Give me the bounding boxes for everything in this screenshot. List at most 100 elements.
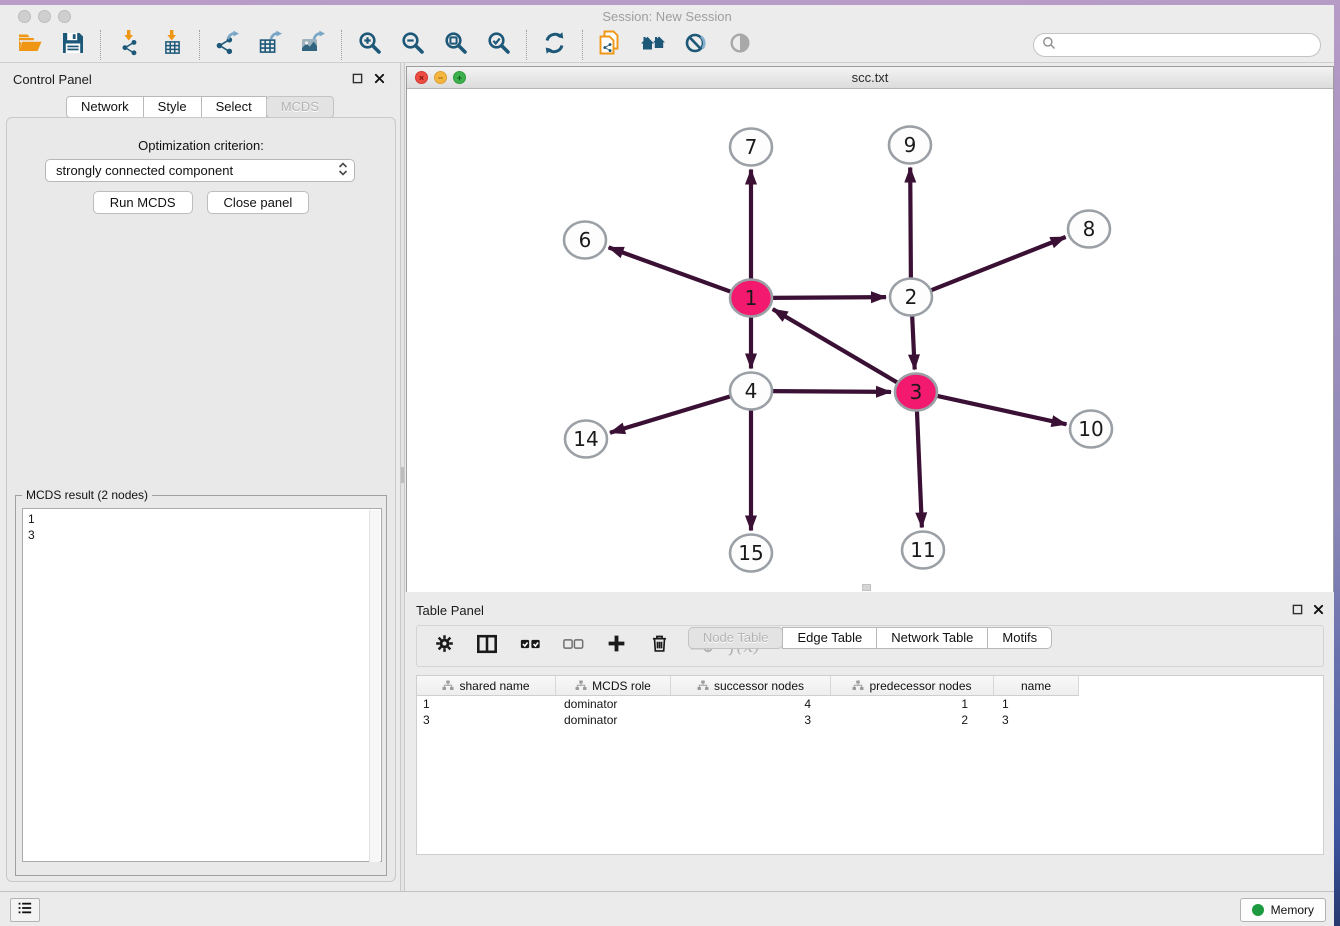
app-titlebar: Session: New Session <box>0 5 1334 28</box>
svg-text:1: 1 <box>745 286 758 310</box>
svg-text:4: 4 <box>745 379 758 403</box>
graph-edge-1-6 <box>609 247 733 292</box>
main-toolbar <box>0 28 1334 63</box>
run-mcds-button[interactable]: Run MCDS <box>93 191 193 214</box>
selected-criterion: strongly connected component <box>56 163 338 178</box>
toolbar-separator <box>341 30 342 60</box>
optimization-criterion-label: Optimization criterion: <box>7 138 395 153</box>
graph-node-4: 4 <box>730 373 772 410</box>
export-image-button[interactable] <box>292 29 335 61</box>
mcds-panel: Optimization criterion: strongly connect… <box>6 117 396 882</box>
graph-node-6: 6 <box>564 222 606 259</box>
export-network-button[interactable] <box>206 29 249 61</box>
minimize-window-icon[interactable] <box>38 10 51 23</box>
graph-node-14: 14 <box>565 421 607 458</box>
minimize-view-icon[interactable]: − <box>434 71 447 84</box>
graph-edge-4-14 <box>610 396 732 433</box>
clone-network-icon <box>598 30 624 61</box>
zoom-selected-button[interactable] <box>477 29 520 61</box>
refresh-view-button[interactable] <box>533 29 576 61</box>
table-panel: Table Panel f(x) shared nameMCDS rolesuc… <box>406 594 1334 891</box>
mcds-result-title: MCDS result (2 nodes) <box>22 488 152 502</box>
desktop-edge-right <box>1334 0 1340 926</box>
mcds-result-text[interactable]: 13 <box>22 508 382 862</box>
svg-text:9: 9 <box>904 133 917 157</box>
export-image-icon <box>301 30 327 61</box>
graph-edge-3-1 <box>773 309 899 383</box>
tab-mcds[interactable]: MCDS <box>266 96 334 118</box>
memory-button[interactable]: Memory <box>1240 898 1326 922</box>
table-panel-title: Table Panel <box>416 603 484 618</box>
graph-edge-2-3 <box>912 315 915 370</box>
tab-network-table[interactable]: Network Table <box>876 627 988 649</box>
export-table-button[interactable] <box>249 29 292 61</box>
style-toggle-button[interactable] <box>675 29 718 61</box>
search-input[interactable] <box>1033 33 1321 57</box>
svg-text:2: 2 <box>905 285 918 309</box>
graph-edge-1-2 <box>771 297 886 298</box>
graph-node-7: 7 <box>730 129 772 166</box>
zoom-window-icon[interactable] <box>58 10 71 23</box>
split-handle[interactable] <box>401 467 404 483</box>
clone-network-button[interactable] <box>589 29 632 61</box>
network-home-icon <box>640 31 668 60</box>
tab-style[interactable]: Style <box>143 96 202 118</box>
zoom-in-button[interactable] <box>348 29 391 61</box>
close-table-panel-icon[interactable] <box>1311 602 1325 616</box>
graph-node-10: 10 <box>1070 411 1112 448</box>
zoom-out-button[interactable] <box>391 29 434 61</box>
tab-motifs[interactable]: Motifs <box>987 627 1052 649</box>
result-scrollbar[interactable] <box>369 510 380 862</box>
memory-button-label: Memory <box>1271 903 1314 917</box>
task-history-button[interactable] <box>10 898 40 922</box>
optimization-criterion-select[interactable]: strongly connected component <box>45 159 355 182</box>
zoom-fit-button[interactable] <box>434 29 477 61</box>
float-panel-icon[interactable] <box>350 71 364 85</box>
network-window-titlebar[interactable]: × − + scc.txt <box>407 67 1333 89</box>
toolbar-separator <box>100 30 101 60</box>
network-home-button[interactable] <box>632 29 675 61</box>
import-network-button[interactable] <box>107 29 150 61</box>
float-table-panel-icon[interactable] <box>1290 602 1304 616</box>
show-hide-icon <box>728 31 752 60</box>
tab-network[interactable]: Network <box>66 96 144 118</box>
result-line: 1 <box>28 511 376 527</box>
save-session-button[interactable] <box>51 29 94 61</box>
graph-edge-2-8 <box>930 237 1066 291</box>
save-session-icon <box>61 31 85 60</box>
close-panel-button[interactable]: Close panel <box>207 191 310 214</box>
status-bar: Memory <box>0 891 1334 926</box>
open-session-button[interactable] <box>8 29 51 61</box>
toolbar-separator <box>199 30 200 60</box>
tab-select[interactable]: Select <box>201 96 267 118</box>
graph-edge-2-9 <box>910 168 911 280</box>
export-network-icon <box>215 30 241 61</box>
tab-edge-table[interactable]: Edge Table <box>782 627 877 649</box>
close-panel-icon[interactable] <box>372 71 386 85</box>
graph-node-2: 2 <box>890 279 932 316</box>
style-toggle-icon <box>684 31 709 60</box>
svg-text:10: 10 <box>1078 417 1103 441</box>
network-title: scc.txt <box>407 67 1333 89</box>
graph-node-1: 1 <box>730 280 772 317</box>
maximize-view-icon[interactable]: + <box>453 71 466 84</box>
control-panel-tabs: NetworkStyleSelectMCDS <box>0 96 400 118</box>
split-divider[interactable] <box>400 63 405 891</box>
close-window-icon[interactable] <box>18 10 31 23</box>
app-title: Session: New Session <box>0 5 1334 28</box>
tab-node-table[interactable]: Node Table <box>688 627 784 649</box>
stepper-icon <box>338 161 348 180</box>
cytoscape-window: Session: New Session Control Panel Netwo… <box>0 0 1340 926</box>
svg-text:8: 8 <box>1083 217 1096 241</box>
close-view-icon[interactable]: × <box>415 71 428 84</box>
graph-node-9: 9 <box>889 127 931 164</box>
graph-edge-4-3 <box>771 391 891 392</box>
toolbar-separator <box>582 30 583 60</box>
zoom-out-icon <box>401 31 425 60</box>
import-table-button[interactable] <box>150 29 193 61</box>
result-line: 3 <box>28 527 376 543</box>
canvas-scrollbar-thumb[interactable] <box>862 584 871 591</box>
svg-text:7: 7 <box>745 135 758 159</box>
network-canvas[interactable]: 7968124314101511 <box>407 89 1333 592</box>
show-hide-button[interactable] <box>718 29 761 61</box>
